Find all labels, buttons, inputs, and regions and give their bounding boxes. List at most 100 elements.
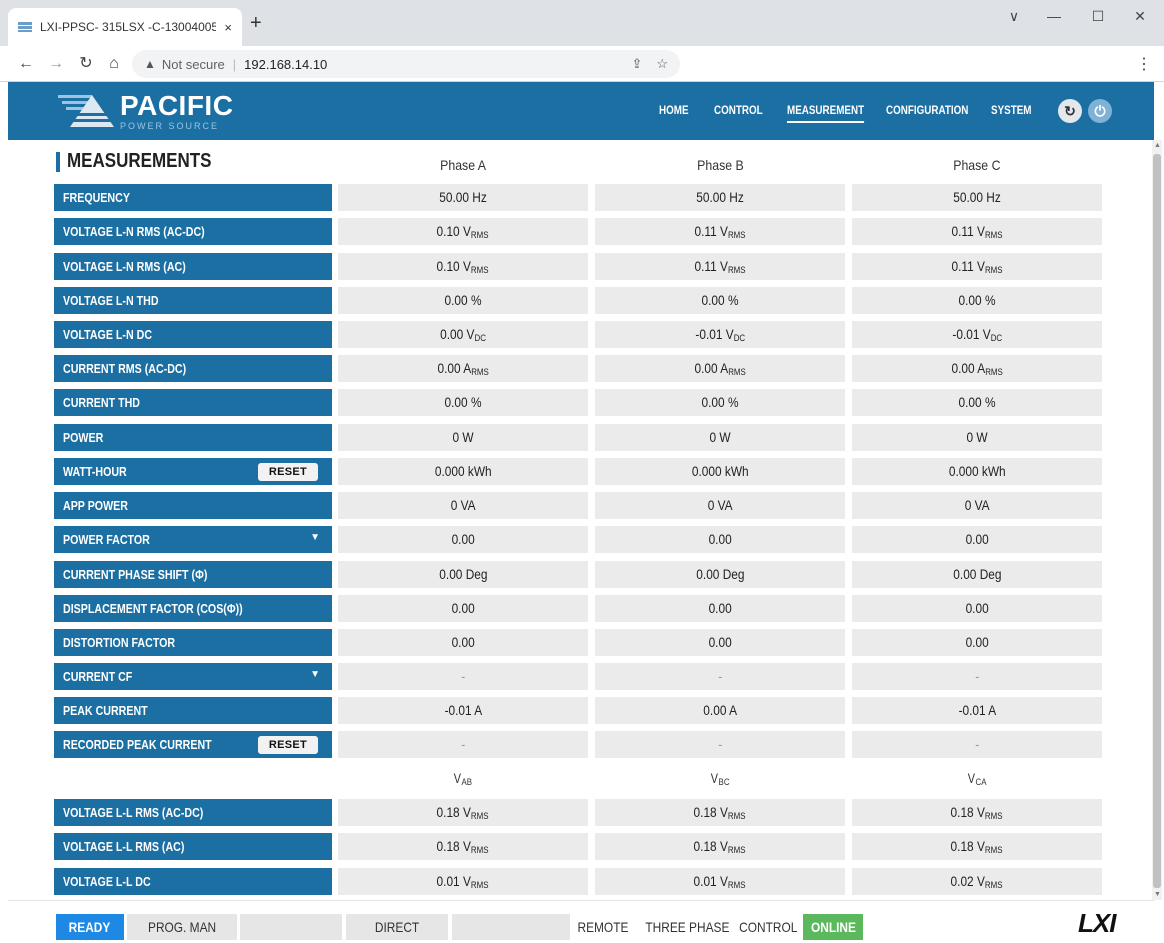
row-label-text: FREQUENCY xyxy=(63,190,130,205)
value-unit-subscript: RMS xyxy=(728,879,746,890)
row-label-text: DISTORTION FACTOR xyxy=(63,635,176,650)
value-number: 0.000 kWh xyxy=(691,464,749,479)
value-text: 0.00 xyxy=(965,601,988,616)
bookmark-star-icon[interactable]: ☆ xyxy=(656,56,668,72)
row-label-text: VOLTAGE L-N RMS (AC-DC) xyxy=(63,224,205,239)
value-text: 0.01 VRMS xyxy=(694,874,746,890)
nav-control[interactable]: CONTROL xyxy=(714,103,763,117)
app-header: PACIFIC POWER SOURCE HOME CONTROL MEASUR… xyxy=(8,82,1154,140)
value-text: - xyxy=(975,669,979,684)
measurement-value-10-2: 0.00 xyxy=(852,526,1102,553)
measurement-value-1-2: 0.11 VRMS xyxy=(852,218,1102,245)
nav-home[interactable]: HOME xyxy=(659,103,689,117)
tab-close-icon[interactable]: × xyxy=(224,20,232,35)
scroll-down-icon[interactable]: ▼ xyxy=(1154,891,1161,898)
dropdown-caret-icon[interactable]: ▼ xyxy=(310,532,320,543)
measurement-value-9-0: 0 VA xyxy=(338,492,588,519)
row-label-text: CURRENT CF xyxy=(63,669,133,684)
refresh-button[interactable]: ↻ xyxy=(1058,99,1082,123)
line-header-0: VAB xyxy=(454,770,473,787)
nav-system[interactable]: SYSTEM xyxy=(991,103,1031,117)
value-unit-subscript: RMS xyxy=(985,366,1003,377)
new-tab-button[interactable]: + xyxy=(250,13,262,33)
row-label-text: VOLTAGE L-N THD xyxy=(63,293,159,308)
value-number: 0.00 xyxy=(708,635,732,650)
value-text: 0.00 A xyxy=(703,703,737,718)
value-text: - xyxy=(718,737,722,752)
home-icon[interactable]: ⌂ xyxy=(104,54,124,74)
value-number: 0.000 kWh xyxy=(434,464,492,479)
value-number: 0 VA xyxy=(450,498,476,513)
value-text: 0.00 % xyxy=(445,395,482,410)
value-number: 0.18 V xyxy=(694,838,729,854)
nav-measurement[interactable]: MEASUREMENT xyxy=(787,103,865,123)
measurement-value-15-0: -0.01 A xyxy=(338,697,588,724)
value-number: 0.000 kWh xyxy=(948,464,1006,479)
url-field[interactable]: ▲ Not secure | 192.168.14.10 ⇪ ☆ xyxy=(132,50,680,78)
measurement-label-10[interactable]: POWER FACTOR ▼ xyxy=(54,526,332,553)
value-number: - xyxy=(461,669,465,684)
value-number: 0.18 V xyxy=(694,804,729,820)
measurement-value-0-1: 50.00 Hz xyxy=(595,184,845,211)
value-unit-subscript: DC xyxy=(990,332,1002,343)
measurement-label-12: DISPLACEMENT FACTOR (COS(Φ)) xyxy=(54,595,332,622)
nav-configuration[interactable]: CONFIGURATION xyxy=(886,103,968,117)
reset-button[interactable]: RESET xyxy=(258,463,318,481)
value-number: 0.02 V xyxy=(951,873,986,889)
scroll-up-icon[interactable]: ▲ xyxy=(1154,142,1161,149)
phase-a-header: Phase A xyxy=(440,157,486,173)
browser-menu-icon[interactable]: ⋮ xyxy=(1136,54,1152,74)
value-number: 0.00 % xyxy=(958,293,996,308)
value-number: 0.00 Deg xyxy=(695,567,745,582)
power-button[interactable]: ⏻ xyxy=(1088,99,1112,123)
value-text: 0.11 VRMS xyxy=(694,259,745,275)
value-text: 50.00 Hz xyxy=(696,190,744,205)
measurement-value-0-2: 50.00 Hz xyxy=(852,184,1102,211)
measurement-value-4-0: 0.00 VDC xyxy=(338,321,588,348)
value-number: - xyxy=(975,737,979,752)
line-measurement-value-2-2: 0.02 VRMS xyxy=(852,868,1102,895)
value-unit-subscript: RMS xyxy=(727,264,746,275)
measurement-value-2-0: 0.10 VRMS xyxy=(338,253,588,280)
dropdown-caret-icon[interactable]: ▼ xyxy=(310,669,320,680)
value-text: 0.00 xyxy=(451,601,474,616)
tab-search-icon[interactable]: ∨ xyxy=(994,8,1034,25)
value-number: - xyxy=(718,737,722,752)
row-label-text: POWER xyxy=(63,430,104,445)
value-unit-subscript: RMS xyxy=(985,844,1003,855)
reload-icon[interactable]: ↻ xyxy=(76,54,96,74)
value-number: 0 W xyxy=(709,430,731,445)
line-measurement-value-1-0: 0.18 VRMS xyxy=(338,833,588,860)
value-number: 50.00 Hz xyxy=(953,190,1001,205)
measurement-value-10-1: 0.00 xyxy=(595,526,845,553)
share-icon[interactable]: ⇪ xyxy=(631,56,642,72)
value-text: 0.00 % xyxy=(959,395,996,410)
value-number: 0.10 V xyxy=(437,223,472,239)
pacific-logo[interactable]: PACIFIC POWER SOURCE xyxy=(58,88,233,134)
line-measurement-label-0: VOLTAGE L-L RMS (AC-DC) xyxy=(54,799,332,826)
scroll-thumb[interactable] xyxy=(1153,154,1161,888)
minimize-button[interactable]: — xyxy=(1034,8,1074,24)
forward-icon[interactable]: → xyxy=(46,54,66,74)
close-window-button[interactable]: ✕ xyxy=(1120,8,1160,25)
value-unit-subscript: RMS xyxy=(471,844,489,855)
value-number: 0 W xyxy=(966,430,988,445)
browser-tab[interactable]: LXI-PPSC- 315LSX -C-13004005 × xyxy=(8,8,242,46)
measurement-label-11: CURRENT PHASE SHIFT (Φ) xyxy=(54,561,332,588)
value-text: 0.18 VRMS xyxy=(694,839,746,855)
value-text: 0.18 VRMS xyxy=(694,805,746,821)
value-text: 0.02 VRMS xyxy=(951,874,1003,890)
reset-button[interactable]: RESET xyxy=(258,736,318,754)
value-text: 0.11 VRMS xyxy=(951,224,1002,240)
measurement-value-14-2: - xyxy=(852,663,1102,690)
back-icon[interactable]: ← xyxy=(16,54,36,74)
page-scrollbar[interactable]: ▲ ▼ xyxy=(1152,140,1162,900)
line-measurement-value-0-1: 0.18 VRMS xyxy=(595,799,845,826)
value-unit-subscript: DC xyxy=(733,332,745,343)
row-label-text: WATT-HOUR xyxy=(63,464,127,479)
measurement-label-14[interactable]: CURRENT CF ▼ xyxy=(54,663,332,690)
maximize-button[interactable]: ☐ xyxy=(1078,8,1118,25)
line-measurement-value-1-2: 0.18 VRMS xyxy=(852,833,1102,860)
measurement-label-13: DISTORTION FACTOR xyxy=(54,629,332,656)
row-label-text: POWER FACTOR xyxy=(63,532,150,547)
